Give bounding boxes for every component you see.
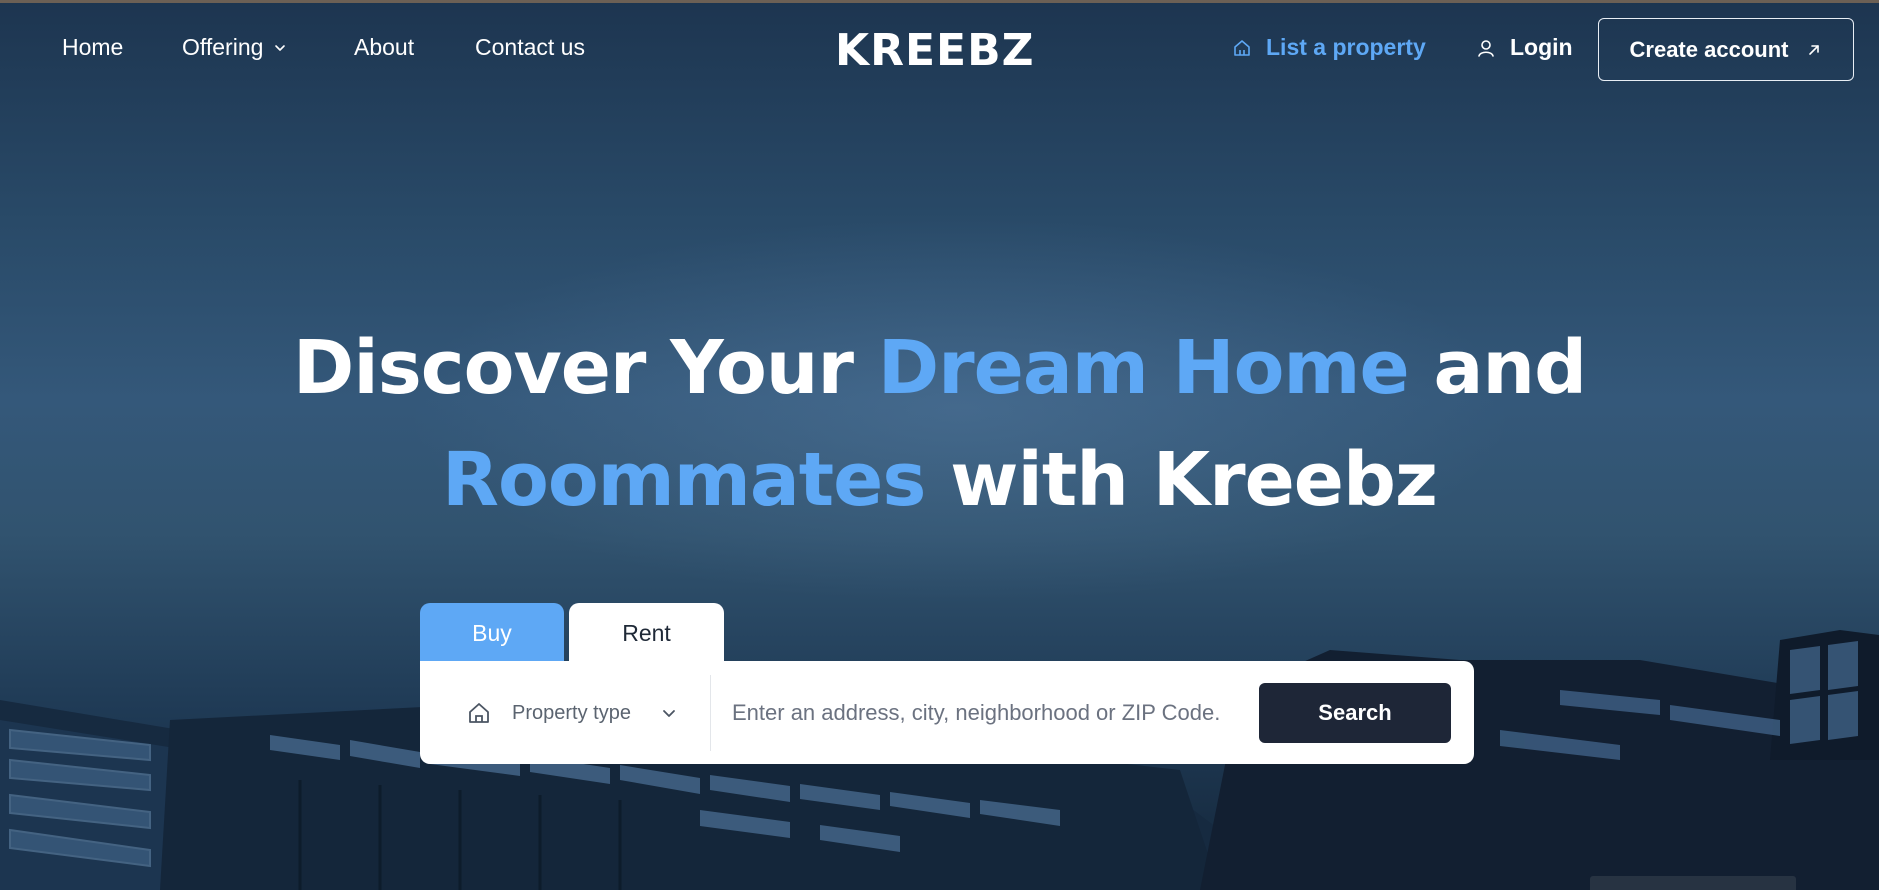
tab-rent-label: Rent [622,619,671,646]
property-type-select[interactable]: Property type [466,689,696,737]
nav-about-link[interactable]: About [354,34,414,61]
corner-overlay [1590,876,1796,890]
search-button-label: Search [1318,700,1392,725]
login-label: Login [1510,34,1573,60]
search-panel: Property type Search [420,661,1474,764]
list-property-label: List a property [1266,34,1426,60]
tab-rent[interactable]: Rent [569,603,724,663]
property-type-label: Property type [512,701,631,724]
arrow-up-right-icon [1809,44,1820,55]
headline-accent-roommates: Roommates [442,437,926,523]
nav-home-link[interactable]: Home [62,34,123,61]
chevron-down-icon [663,710,675,717]
logo-text: KREEBZ [835,25,1035,72]
headline-accent-dream-home: Dream Home [877,325,1410,411]
address-search-input[interactable] [732,687,1252,739]
headline-text: with Kreebz [925,437,1438,523]
headline-text: Discover Your [292,325,878,411]
home-icon [1234,39,1250,56]
chevron-down-icon [275,44,286,51]
home-icon [469,703,489,723]
nav-offering-label: Offering [182,34,264,60]
nav-offering-dropdown[interactable]: Offering [182,34,287,61]
headline-line-1: Discover Your Dream Home and [292,325,1587,411]
search-divider [710,675,711,751]
nav-about-label: About [354,34,415,60]
create-account-label: Create account [1629,36,1789,62]
search-button[interactable]: Search [1259,683,1451,743]
user-icon [1478,39,1494,57]
nav-contact-link[interactable]: Contact us [475,34,585,61]
tab-buy-label: Buy [472,619,512,646]
headline-line-2: Roommates with Kreebz [442,437,1438,523]
tab-buy[interactable]: Buy [420,603,564,663]
headline-text: and [1408,325,1587,411]
logo-image: KREEBZ [835,10,1035,76]
kreebz-logo[interactable]: KREEBZ [835,10,1051,76]
nav-home-label: Home [62,34,124,60]
nav-contact-label: Contact us [475,34,585,60]
hero-headline: Discover Your Dream Home and Roommates w… [0,312,1879,536]
list-property-link[interactable]: List a property [1232,34,1426,61]
login-link[interactable]: Login [1476,34,1573,61]
create-account-button[interactable]: Create account [1598,18,1854,81]
